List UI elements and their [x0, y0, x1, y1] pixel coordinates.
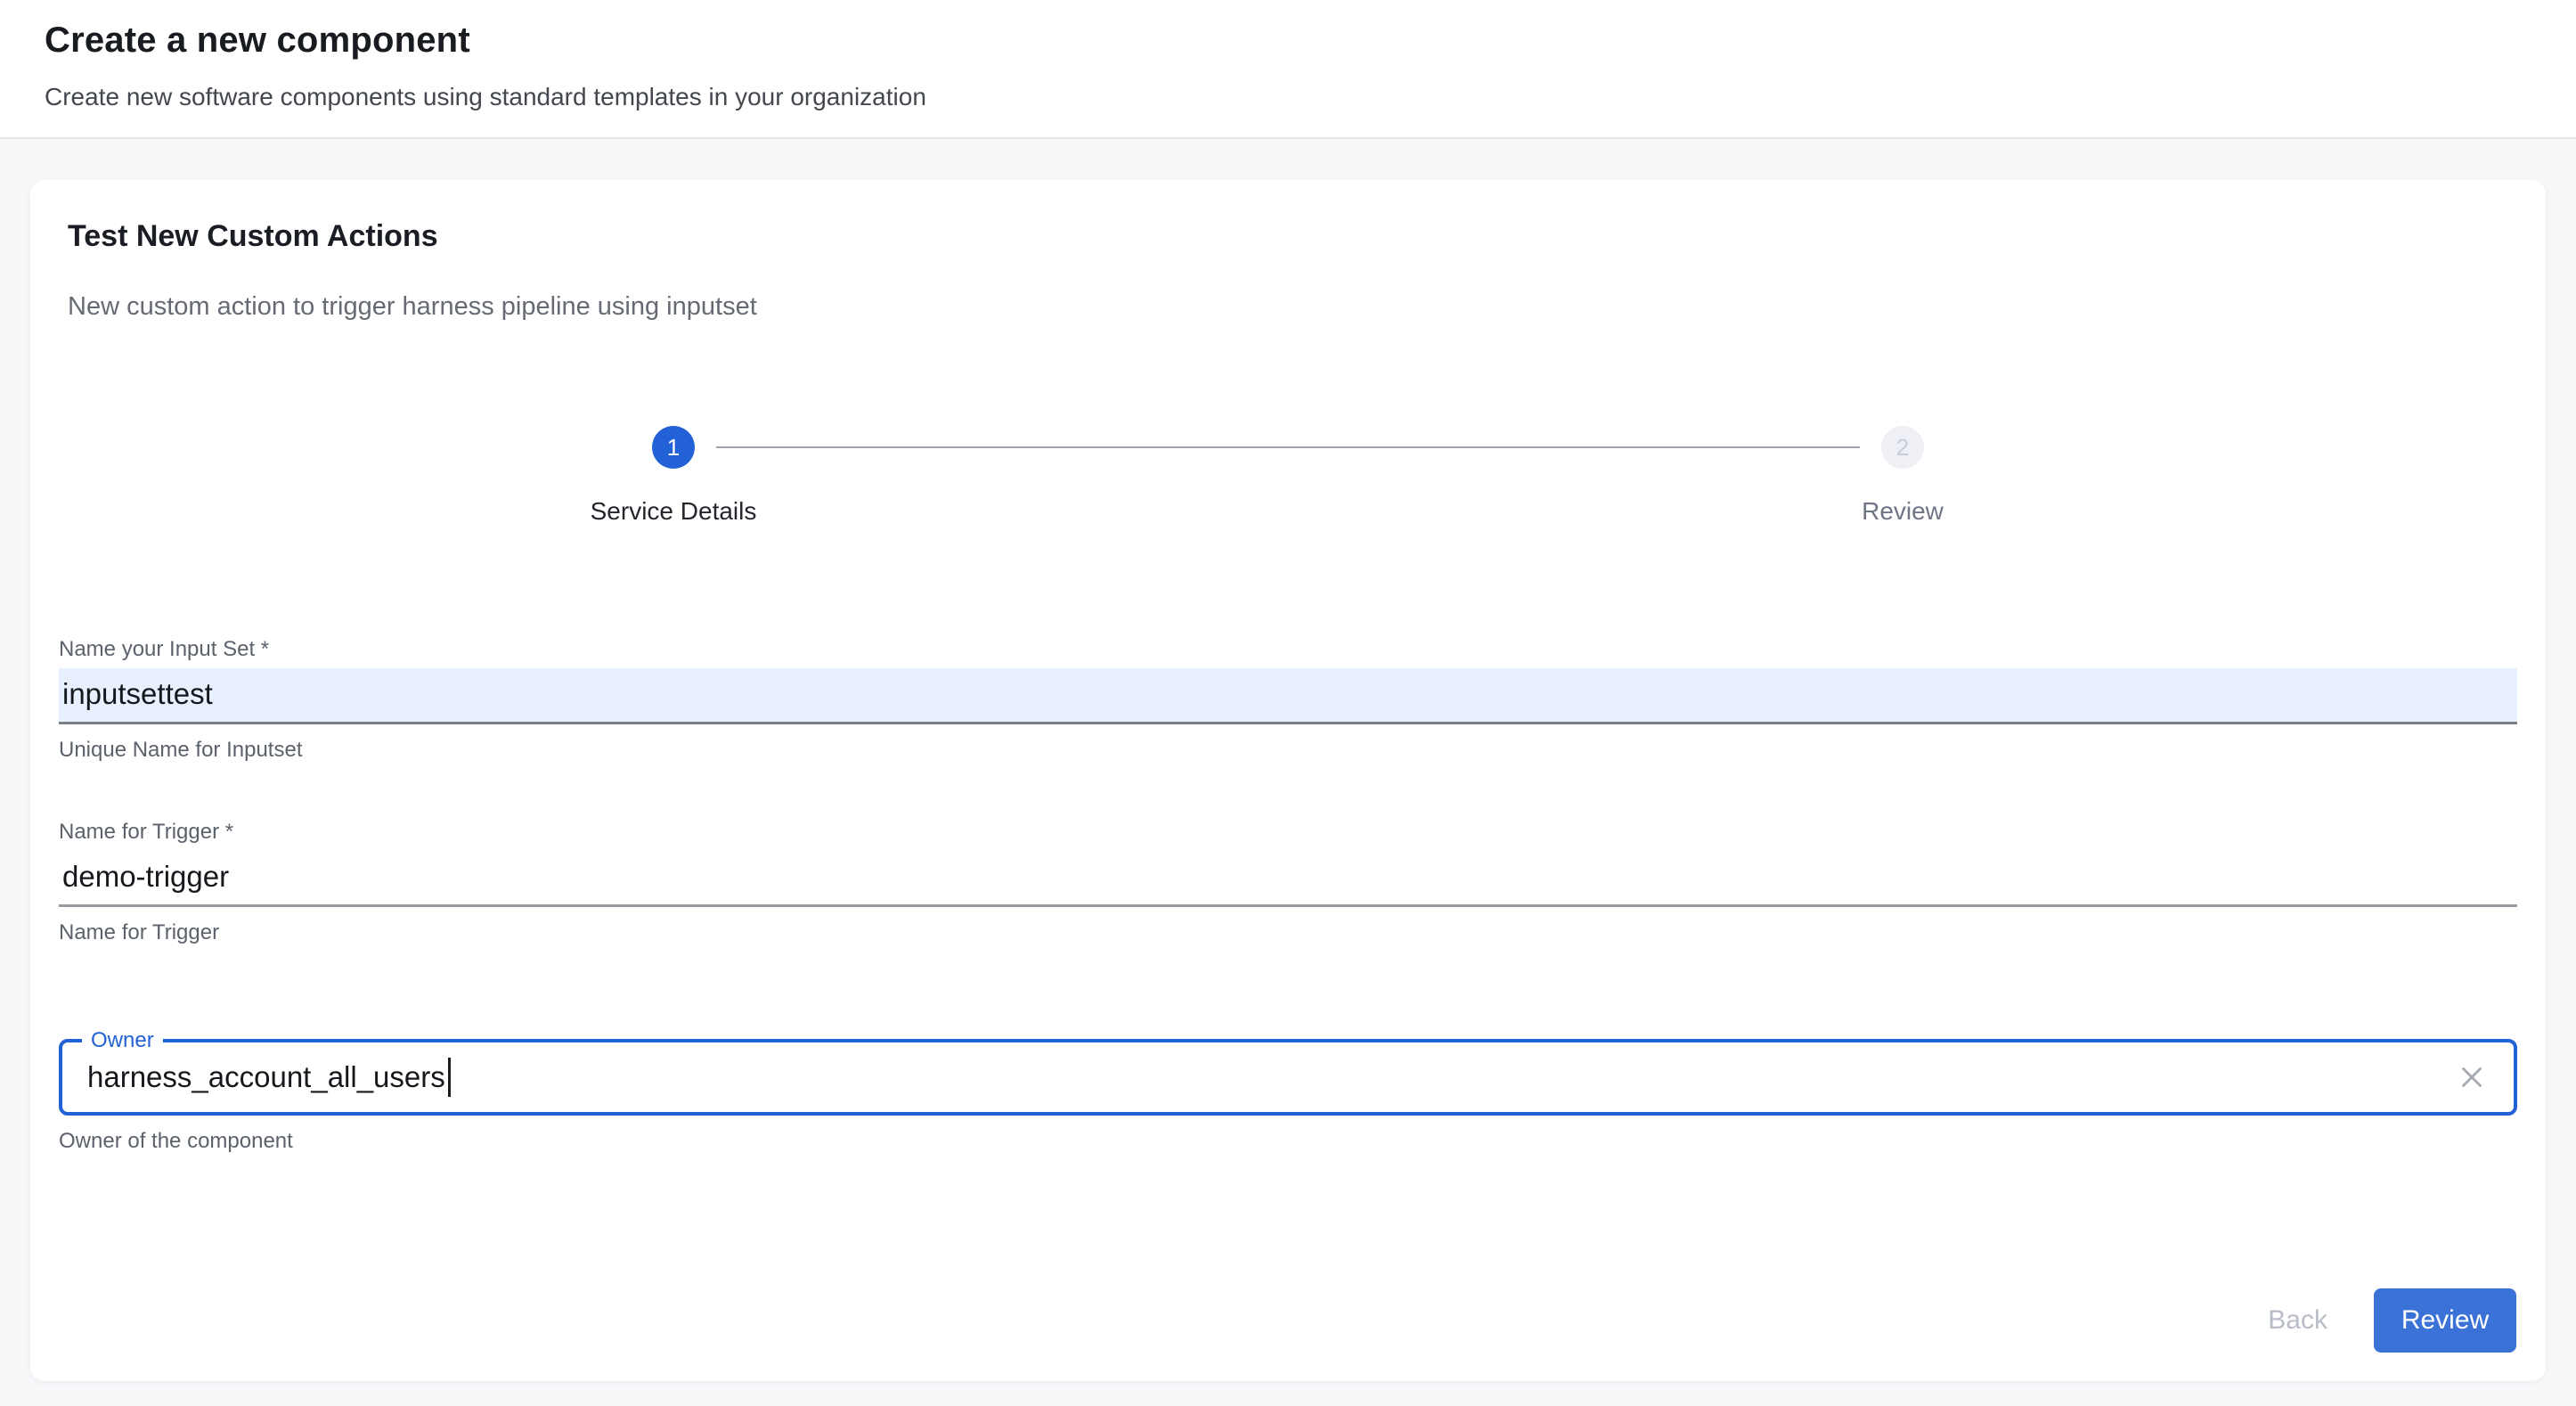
step-review: 2 Review: [1288, 426, 2517, 526]
trigger-name-helper: Name for Trigger: [59, 920, 2517, 946]
page-title: Create a new component: [45, 18, 2531, 62]
trigger-name-field: Name for Trigger * Name for Trigger: [59, 819, 2517, 946]
owner-value: harness_account_all_users: [87, 1060, 445, 1094]
inputset-name-field: Name your Input Set * Unique Name for In…: [59, 636, 2517, 764]
page-header: Create a new component Create new softwa…: [0, 0, 2576, 139]
back-button[interactable]: Back: [2241, 1291, 2354, 1350]
service-details-form: Name your Input Set * Unique Name for In…: [59, 636, 2517, 1155]
owner-label: Owner: [82, 1028, 163, 1053]
review-button[interactable]: Review: [2374, 1288, 2516, 1353]
stepper-connector: [716, 446, 1860, 448]
step-service-details: 1 Service Details: [59, 426, 1288, 526]
component-wizard-card: Test New Custom Actions New custom actio…: [30, 180, 2546, 1381]
inputset-name-input[interactable]: [59, 668, 2517, 724]
step-1-icon: 1: [652, 426, 695, 469]
wizard-actions: Back Review: [2241, 1288, 2516, 1353]
content-area: Test New Custom Actions New custom actio…: [0, 139, 2576, 1406]
text-caret: [448, 1058, 451, 1097]
card-description: New custom action to trigger harness pip…: [59, 290, 2517, 323]
page-subtitle: Create new software components using sta…: [45, 82, 2531, 112]
owner-input[interactable]: Owner harness_account_all_users: [59, 1039, 2517, 1116]
owner-clear-button[interactable]: [2455, 1060, 2489, 1094]
page: Create a new component Create new softwa…: [0, 0, 2576, 1406]
inputset-name-label: Name your Input Set *: [59, 636, 2517, 663]
card-title: Test New Custom Actions: [59, 217, 2517, 255]
owner-helper: Owner of the component: [59, 1128, 2517, 1155]
step-2-label: Review: [1862, 497, 1944, 526]
trigger-name-input[interactable]: [59, 851, 2517, 907]
stepper: 1 Service Details 2 Review: [59, 426, 2517, 526]
trigger-name-label: Name for Trigger *: [59, 819, 2517, 846]
step-2-icon: 2: [1881, 426, 1924, 469]
clear-icon: [2455, 1060, 2489, 1094]
owner-field: Owner harness_account_all_users Owner of…: [59, 1039, 2517, 1155]
step-1-label: Service Details: [591, 497, 757, 526]
inputset-name-helper: Unique Name for Inputset: [59, 737, 2517, 764]
